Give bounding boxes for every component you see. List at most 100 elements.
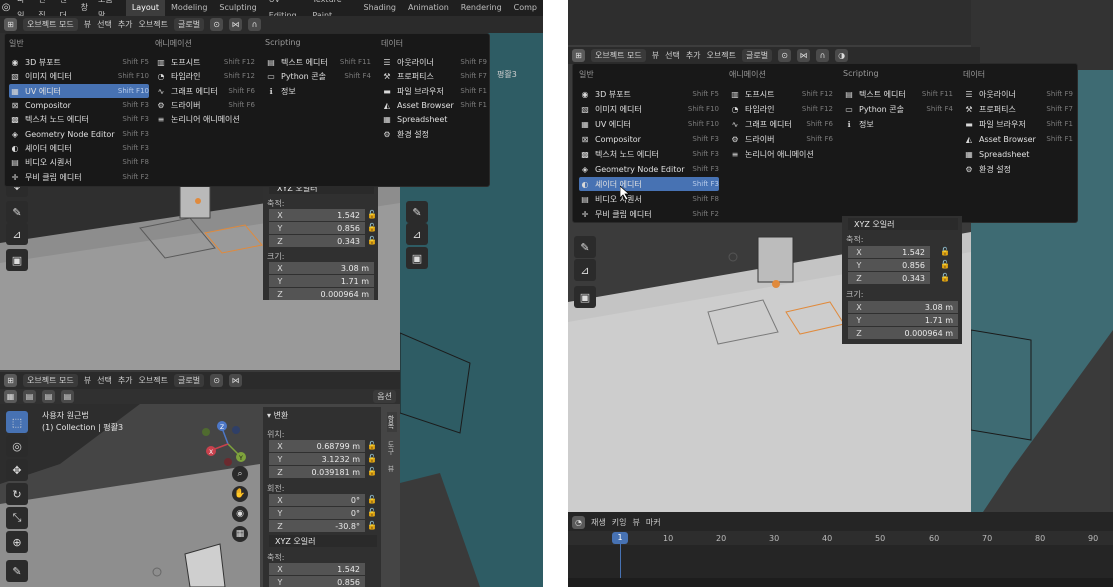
rotate-tool[interactable]: ↻ (6, 483, 28, 505)
lock-icon[interactable]: 🔓 (367, 495, 377, 504)
transform-tool[interactable]: ⊕ (6, 531, 28, 553)
menu-outliner[interactable]: ☰ 아웃라이너 Shift F9 (963, 87, 1073, 101)
select-mode-icon[interactable]: ▤ (61, 390, 74, 403)
add-menu[interactable]: 추가 (118, 375, 133, 386)
select-tool[interactable]: ⬚ (6, 411, 28, 433)
menu-asset-browser[interactable]: ◭ Asset Browser Shift F1 (381, 98, 487, 112)
tab-animation[interactable]: Animation (402, 0, 455, 16)
scale-z-field[interactable]: Z 0.343 (848, 272, 930, 284)
add-menu[interactable]: 추가 (686, 50, 701, 61)
rot-y-field[interactable]: Y 0° (269, 507, 365, 519)
view-menu[interactable]: 뷰 (84, 375, 91, 386)
lock-icon[interactable]: 🔓 (367, 223, 377, 232)
select-menu[interactable]: 선택 (97, 19, 112, 30)
scale-y-field[interactable]: Y 0.856 (269, 222, 365, 234)
snap-icon[interactable]: ⋈ (229, 374, 243, 387)
lock-icon[interactable]: 🔓 (940, 260, 950, 269)
loc-x-field[interactable]: X 0.68799 m (269, 440, 365, 452)
menu-video-sequencer[interactable]: ▤ 비디오 시퀀서 Shift F8 (9, 155, 149, 169)
menu-info[interactable]: ℹ 정보 (843, 117, 953, 131)
move-tool[interactable]: ✥ (6, 459, 28, 481)
dim-y-field[interactable]: Y 1.71 m (848, 314, 958, 326)
overlay-icon[interactable]: ◑ (835, 49, 849, 62)
menu-asset-browser[interactable]: ◭ Asset Browser Shift F1 (963, 132, 1073, 146)
menu-properties[interactable]: ⚒ 프로퍼티스 Shift F7 (963, 102, 1073, 116)
scale-x-field[interactable]: X 1.542 (269, 563, 365, 575)
scale-z-field[interactable]: Z 0.343 (269, 235, 365, 247)
lock-icon[interactable]: 🔓 (367, 508, 377, 517)
menu-shader-editor[interactable]: ◐ 셰이더 에디터 Shift F3 (9, 141, 150, 155)
menu-geometry-node[interactable]: ◈ Geometry Node Editor Shift F3 (579, 162, 719, 176)
side-tab-item[interactable]: 항목 (387, 412, 397, 432)
menu-nla[interactable]: ≡ 논리니어 애니메이션 (729, 147, 833, 161)
menu-file-browser[interactable]: ▬ 파일 브라우저 Shift F1 (381, 84, 487, 98)
menu-uv-editor[interactable]: ▦ UV 에디터 Shift F10 (579, 117, 719, 131)
camera-view-icon[interactable]: ◉ (232, 506, 248, 522)
lock-icon[interactable]: 🔓 (367, 236, 377, 245)
editor-type-icon[interactable]: ⊞ (4, 18, 17, 31)
menu-spreadsheet[interactable]: ▦ Spreadsheet (381, 112, 487, 126)
menu-drivers[interactable]: ⚙ 드라이버 Shift F6 (155, 98, 255, 112)
dim-x-field[interactable]: X 3.08 m (269, 262, 374, 274)
menu-shader-editor[interactable]: ◐ 셰이더 에디터 Shift F3 (579, 177, 719, 191)
tab-shading[interactable]: Shading (358, 0, 403, 16)
menu-video-sequencer[interactable]: ▤ 비디오 시퀀서 Shift F8 (579, 192, 719, 206)
loc-z-field[interactable]: Z 0.039181 m (269, 466, 365, 478)
snap-icon[interactable]: ⋈ (229, 18, 243, 31)
annotate-tool[interactable]: ✎ (6, 201, 28, 223)
scale-y-field[interactable]: Y 0.856 (269, 576, 365, 587)
menu-3d-viewport[interactable]: ◉ 3D 뷰포트 Shift F5 (9, 55, 150, 69)
view-menu[interactable]: 뷰 (652, 50, 659, 61)
menu-image-editor[interactable]: ▧ 이미지 에디터 Shift F10 (9, 69, 149, 83)
editor-type-icon[interactable]: ⊞ (4, 374, 17, 387)
menu-python-console[interactable]: ▭ Python 콘솔 Shift F4 (843, 102, 953, 116)
tab-modeling[interactable]: Modeling (165, 0, 213, 16)
annotate-tool-right[interactable]: ✎ (406, 201, 428, 223)
cursor-tool[interactable]: ◎ (6, 435, 28, 457)
menu-movie-clip[interactable]: ✛ 무비 클립 에디터 Shift F2 (9, 170, 149, 184)
menu-nla[interactable]: ≡ 논리니어 애니메이션 (155, 112, 255, 126)
add-cube-tool-right[interactable]: ▣ (406, 247, 428, 269)
select-box-icon[interactable]: ▦ (4, 390, 17, 403)
menu-python-console[interactable]: ▭ Python 콘솔 Shift F4 (265, 69, 371, 83)
menu-graph-editor[interactable]: ∿ 그래프 에디터 Shift F6 (155, 84, 255, 98)
select-menu[interactable]: 선택 (97, 375, 112, 386)
keying-menu[interactable]: 키잉 (612, 517, 627, 528)
select-menu[interactable]: 선택 (665, 50, 680, 61)
dim-y-field[interactable]: Y 1.71 m (269, 275, 374, 287)
side-tab-view[interactable]: 뷰 (387, 462, 397, 475)
dim-x-field[interactable]: X 3.08 m (848, 301, 958, 313)
menu-geometry-node[interactable]: ◈ Geometry Node Editor Shift F3 (9, 127, 149, 141)
menu-dopesheet[interactable]: ▥ 도프시트 Shift F12 (155, 55, 255, 69)
orientation-select[interactable]: 글로벌 (174, 374, 205, 387)
loc-y-field[interactable]: Y 3.1232 m (269, 453, 365, 465)
grid-view-icon[interactable]: ▦ (232, 526, 248, 542)
menu-compositor[interactable]: ⊠ Compositor Shift F3 (579, 132, 719, 146)
menu-spreadsheet[interactable]: ▦ Spreadsheet (963, 147, 1073, 161)
dim-z-field[interactable]: Z 0.000964 m (848, 327, 958, 339)
object-menu[interactable]: 오브젝트 (139, 375, 168, 386)
rotation-mode-select[interactable]: XYZ 오일러 (848, 218, 958, 230)
menu-image-editor[interactable]: ▧ 이미지 에디터 Shift F10 (579, 102, 719, 116)
measure-tool-right[interactable]: ⊿ (406, 223, 428, 245)
pivot-icon[interactable]: ⊙ (210, 18, 224, 31)
tab-compositing[interactable]: Comp (508, 0, 543, 16)
menu-text-editor[interactable]: ▤ 텍스트 에디터 Shift F11 (843, 87, 953, 101)
pivot-icon[interactable]: ⊙ (778, 49, 792, 62)
add-menu[interactable]: 추가 (118, 19, 133, 30)
menu-timeline[interactable]: ◔ 타임라인 Shift F12 (155, 69, 256, 83)
scale-x-field[interactable]: X 1.542 (269, 209, 365, 221)
menu-file-browser[interactable]: ▬ 파일 브라우저 Shift F1 (963, 117, 1073, 131)
proportional-icon[interactable]: ∩ (816, 49, 830, 62)
menu-preferences[interactable]: ⚙ 환경 설정 (381, 127, 487, 141)
playback-menu[interactable]: 재생 (591, 517, 606, 528)
menu-drivers[interactable]: ⚙ 드라이버 Shift F6 (729, 132, 833, 146)
editor-type-icon[interactable]: ⊞ (572, 49, 585, 62)
measure-tool[interactable]: ⊿ (6, 223, 28, 245)
snap-icon[interactable]: ⋈ (797, 49, 811, 62)
menu-outliner[interactable]: ☰ 아웃라이너 Shift F9 (381, 55, 487, 69)
annotate-tool[interactable]: ✎ (6, 560, 28, 582)
orientation-select[interactable]: 글로벌 (742, 49, 773, 62)
measure-tool[interactable]: ⊿ (574, 259, 596, 281)
menu-timeline[interactable]: ◔ 타임라인 Shift F12 (729, 102, 834, 116)
